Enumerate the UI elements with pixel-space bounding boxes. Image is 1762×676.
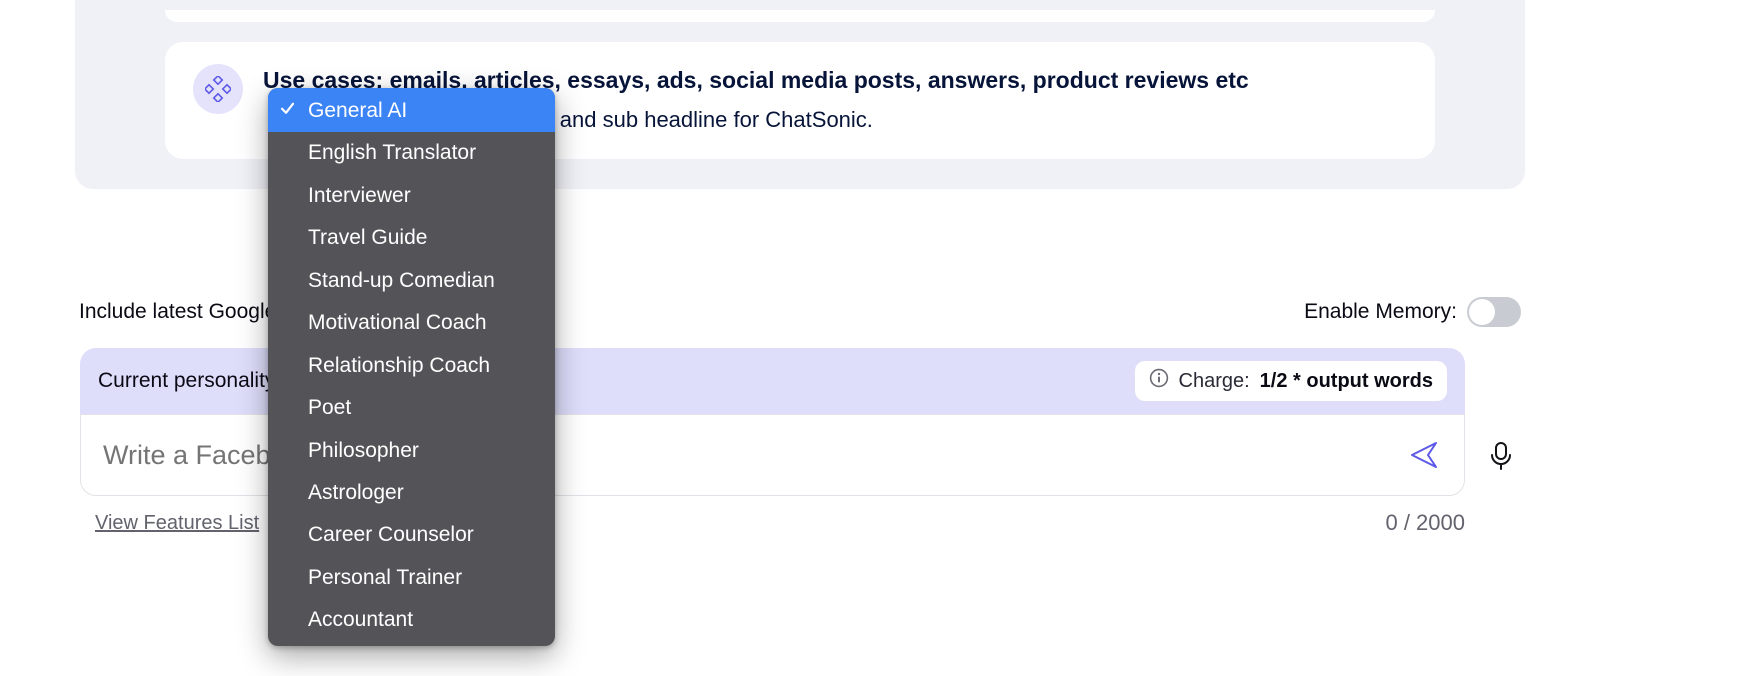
personality-option-label: Personal Trainer — [308, 566, 462, 589]
personality-option[interactable]: Travel Guide — [268, 217, 555, 259]
personality-option-label: Career Counselor — [308, 523, 474, 546]
personality-option[interactable]: Philosopher — [268, 430, 555, 472]
personality-option-label: Accountant — [308, 608, 413, 631]
personality-option[interactable]: Astrologer — [268, 472, 555, 514]
personality-option-label: Motivational Coach — [308, 311, 487, 334]
personality-option[interactable]: Poet — [268, 387, 555, 429]
charge-value: 1/2 * output words — [1260, 370, 1433, 393]
personality-option-label: Travel Guide — [308, 226, 427, 249]
enable-memory-label: Enable Memory: — [1304, 300, 1457, 324]
personality-option[interactable]: Personal Trainer — [268, 557, 555, 599]
personality-option-label: Poet — [308, 396, 351, 419]
current-personality-label: Current personality: — [98, 369, 281, 393]
personality-option-label: General AI — [308, 99, 407, 122]
personality-option[interactable]: Relationship Coach — [268, 345, 555, 387]
charge-pill: Charge: 1/2 * output words — [1135, 361, 1448, 401]
personality-option-label: Astrologer — [308, 481, 404, 504]
char-count: 0 / 2000 — [1385, 510, 1465, 536]
mic-button[interactable] — [1483, 438, 1519, 474]
info-icon[interactable] — [1149, 368, 1169, 394]
personality-option-label: Relationship Coach — [308, 354, 490, 377]
personality-option[interactable]: Interviewer — [268, 175, 555, 217]
toggle-knob — [1469, 299, 1495, 325]
personality-option-label: Stand-up Comedian — [308, 269, 495, 292]
personality-option[interactable]: Motivational Coach — [268, 302, 555, 344]
view-features-link[interactable]: View Features List — [95, 512, 259, 535]
personality-option[interactable]: Career Counselor — [268, 514, 555, 556]
personality-option-label: Philosopher — [308, 439, 419, 462]
personality-option[interactable]: General AI — [268, 88, 555, 132]
enable-memory-toggle[interactable] — [1467, 297, 1521, 327]
charge-label: Charge: — [1179, 370, 1250, 393]
mic-icon — [1487, 441, 1515, 471]
check-icon — [280, 95, 295, 125]
personality-option[interactable]: Accountant — [268, 599, 555, 645]
send-button[interactable] — [1406, 437, 1442, 473]
diamond-cluster-icon — [193, 64, 243, 114]
personality-option[interactable]: Stand-up Comedian — [268, 260, 555, 302]
send-icon — [1408, 439, 1440, 471]
personality-option-label: English Translator — [308, 141, 476, 164]
google-data-label: Include latest Google — [79, 300, 276, 324]
personality-dropdown[interactable]: General AI English Translator Interviewer T… — [268, 88, 555, 646]
personality-option-label: Interviewer — [308, 184, 411, 207]
personality-option[interactable]: English Translator — [268, 132, 555, 174]
previous-card-edge — [165, 10, 1435, 22]
